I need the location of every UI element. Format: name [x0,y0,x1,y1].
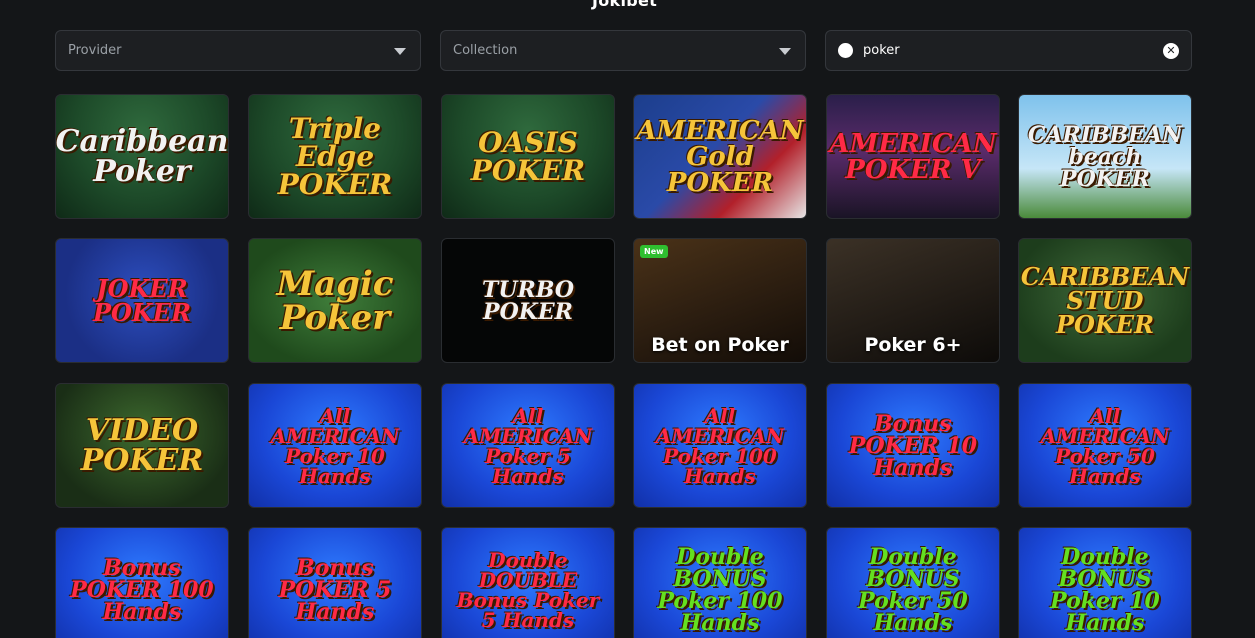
game-tile[interactable]: All AMERICAN Poker 10 Hands [248,383,422,508]
game-title: Caribbean Poker [55,123,229,189]
game-tile[interactable]: Double DOUBLE Bonus Poker 5 Hands [441,527,615,638]
search-box[interactable]: ✕ [825,30,1192,71]
provider-select[interactable]: Provider [55,30,421,71]
game-tile[interactable]: JOKER POKER [55,238,229,363]
game-title: TURBO POKER [481,276,574,325]
game-tile[interactable]: VIDEO POKER [55,383,229,508]
game-title: Poker 6+ [864,334,962,356]
game-tile[interactable]: Bonus POKER 100 Hands [55,527,229,638]
game-title: All AMERICAN Poker 100 Hands [655,403,785,488]
game-tile[interactable]: CARIBBEAN beach POKER [1018,94,1192,219]
game-title: CARIBBEAN beach POKER [1027,121,1183,192]
game-tile[interactable]: Double BONUS Poker 50 Hands [826,527,1000,638]
clear-icon[interactable]: ✕ [1163,43,1179,59]
game-title: Bet on Poker [651,334,789,356]
game-tile[interactable]: All AMERICAN Poker 100 Hands [633,383,807,508]
game-title: Bonus POKER 5 Hands [278,554,392,625]
game-title: All AMERICAN Poker 10 Hands [270,403,400,488]
new-badge: New [640,245,668,258]
game-tile[interactable]: AMERICAN Gold POKER [633,94,807,219]
collection-select-label: Collection [453,43,518,58]
game-title: Double DOUBLE Bonus Poker 5 Hands [456,547,600,632]
game-title: AMERICAN POKER V [829,128,997,185]
search-icon [838,43,853,58]
game-title: AMERICAN Gold POKER [636,115,804,198]
game-title: OASIS POKER [470,125,586,187]
game-tile[interactable]: Triple Edge POKER [248,94,422,219]
brand-logo[interactable]: Jokibet [592,0,657,10]
game-title: Double BONUS Poker 100 Hands [657,543,783,636]
game-title: CARIBBEAN STUD POKER [1020,261,1190,339]
game-title: Triple Edge POKER [277,111,393,201]
game-tile[interactable]: OASIS POKER [441,94,615,219]
game-title: Bonus POKER 100 Hands [70,554,214,625]
game-tile[interactable]: Magic Poker [248,238,422,363]
game-tile[interactable]: Bonus POKER 10 Hands [826,383,1000,508]
game-tile[interactable]: CARIBBEAN STUD POKER [1018,238,1192,363]
collection-select[interactable]: Collection [440,30,806,71]
game-title: Bonus POKER 10 Hands [848,410,978,481]
chevron-down-icon [394,48,406,55]
game-tile[interactable]: All AMERICAN Poker 5 Hands [441,383,615,508]
game-tile[interactable]: Double BONUS Poker 10 Hands [1018,527,1192,638]
game-tile[interactable]: Caribbean Poker [55,94,229,219]
chevron-down-icon [779,48,791,55]
game-title: VIDEO POKER [80,412,204,478]
game-title: Double BONUS Poker 10 Hands [1050,543,1160,636]
game-title: Double BONUS Poker 50 Hands [858,543,968,636]
game-title: All AMERICAN Poker 50 Hands [1040,403,1170,488]
game-tile[interactable]: AMERICAN POKER V [826,94,1000,219]
game-tile[interactable]: New Bet on Poker [633,238,807,363]
filters-bar: Provider Collection ✕ [55,30,1192,71]
game-title: Magic Poker [276,263,394,338]
search-input[interactable] [863,43,1143,58]
game-tile[interactable]: TURBO POKER [441,238,615,363]
game-title: All AMERICAN Poker 5 Hands [463,403,593,488]
provider-select-label: Provider [68,43,122,58]
game-tile[interactable]: Poker 6+ [826,238,1000,363]
game-title: JOKER POKER [92,273,192,327]
game-tile[interactable]: Double BONUS Poker 100 Hands [633,527,807,638]
game-tile[interactable]: Bonus POKER 5 Hands [248,527,422,638]
game-tile[interactable]: All AMERICAN Poker 50 Hands [1018,383,1192,508]
